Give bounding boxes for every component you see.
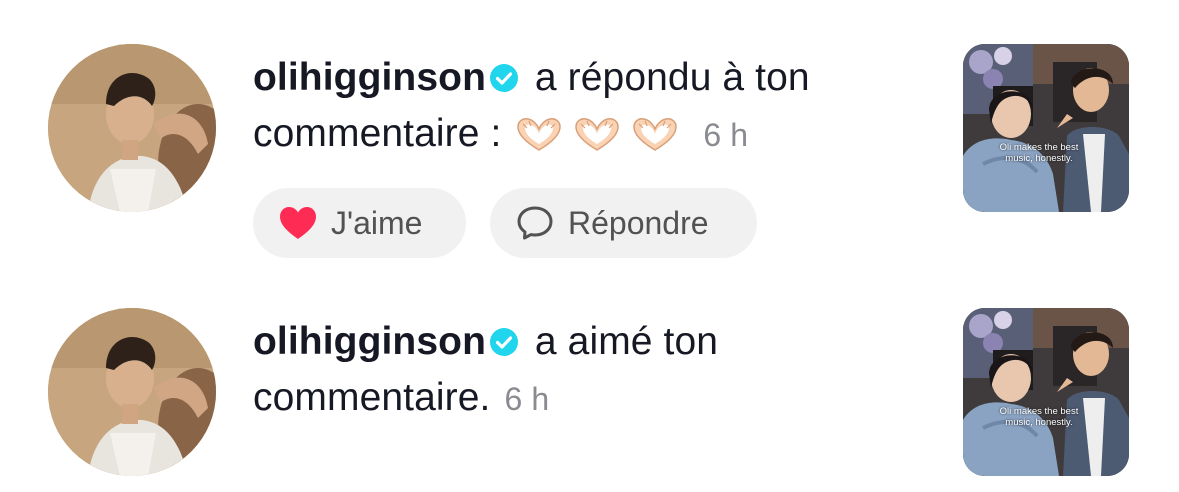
username-link[interactable]: olihigginson: [253, 56, 486, 99]
like-button[interactable]: J'aime: [253, 188, 466, 258]
avatar[interactable]: [48, 44, 216, 212]
video-thumbnail[interactable]: Oli makes the best music, honestly.: [963, 44, 1129, 212]
thumbnail-caption: Oli makes the best music, honestly.: [999, 406, 1079, 428]
notification-line-1: olihigginson a répondu à ton: [253, 50, 913, 106]
notification-time: 6 h: [703, 117, 749, 153]
notification-line-2: commentaire : 6 h: [253, 106, 913, 168]
notification-body: olihigginson a répondu à ton commentaire…: [253, 50, 913, 258]
video-thumbnail[interactable]: Oli makes the best music, honestly.: [963, 308, 1129, 476]
heart-icon: [280, 207, 316, 239]
reply-emojis: [515, 112, 689, 168]
reply-button-label: Répondre: [568, 204, 709, 241]
notification-body: olihigginson a aimé ton commentaire. 6 h: [253, 314, 913, 427]
comment-label: commentaire.: [253, 376, 491, 419]
like-button-label: J'aime: [331, 204, 423, 241]
username-link[interactable]: olihigginson: [253, 320, 486, 363]
speech-bubble-icon: [517, 206, 553, 240]
reply-button[interactable]: Répondre: [490, 188, 757, 258]
notification-line-1: olihigginson a aimé ton: [253, 314, 913, 370]
notification-feed: olihigginson a répondu à ton commentaire…: [0, 0, 1179, 492]
notification-line-2: commentaire. 6 h: [253, 370, 913, 427]
heart-hands-emoji: [633, 118, 678, 151]
notification-action-text: a aimé ton: [524, 320, 719, 363]
reply-actions: J'aime Répondre: [253, 188, 913, 258]
notification-time: 6 h: [504, 381, 550, 417]
heart-hands-emoji: [575, 118, 620, 151]
notification-action-text: a répondu à ton: [524, 56, 810, 99]
comment-label: commentaire :: [253, 112, 502, 155]
verified-check-icon: [490, 52, 518, 92]
heart-hands-emoji: [517, 118, 562, 151]
thumbnail-caption: Oli makes the best music, honestly.: [999, 142, 1079, 164]
verified-check-icon: [490, 316, 518, 356]
avatar[interactable]: [48, 308, 216, 476]
